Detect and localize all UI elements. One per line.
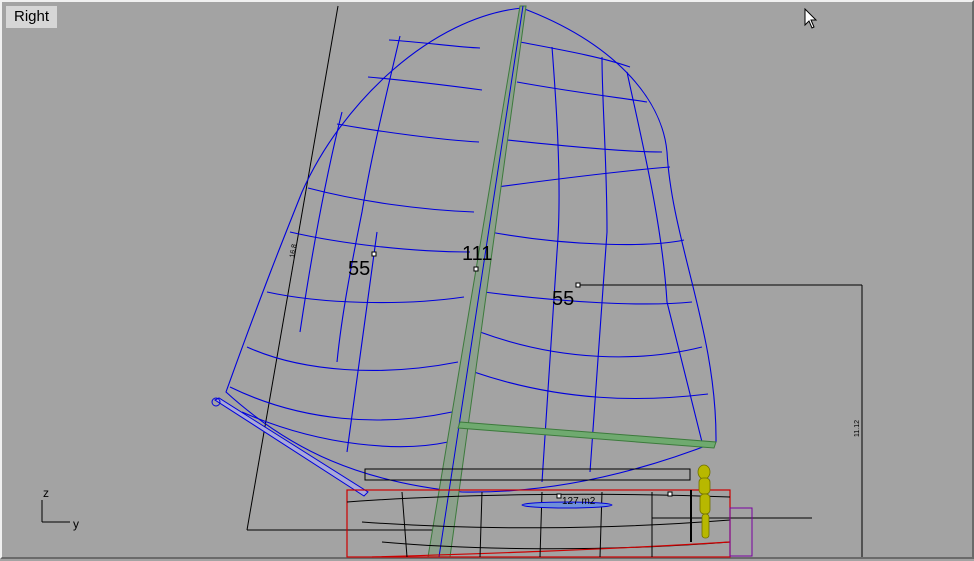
sail-seam xyxy=(483,291,693,305)
arrow-cursor-icon xyxy=(804,8,818,29)
sail-seam xyxy=(489,231,685,246)
dim-label-diagonal: 16.8 xyxy=(289,244,298,259)
sail-seam xyxy=(388,39,481,49)
viewport-title-tab[interactable]: Right xyxy=(6,6,58,28)
point-markers xyxy=(371,251,673,499)
axis-label-y: y xyxy=(73,517,79,531)
dim-label-vertical: 11.12 xyxy=(854,420,861,437)
sail-rib xyxy=(626,71,703,443)
crew-figure xyxy=(697,464,711,539)
sail-seam xyxy=(519,41,631,68)
boom xyxy=(457,421,717,449)
drawing-canvas[interactable]: 55 111 55 127 m2 11.12 16.8 z y xyxy=(2,2,974,561)
axis-triad-icon: z y xyxy=(41,486,79,531)
sail-seam xyxy=(516,81,648,103)
panel-label-left: 55 xyxy=(348,258,370,280)
sail-seam xyxy=(266,291,465,304)
sail-rib xyxy=(589,56,608,473)
sail-seam xyxy=(229,386,453,421)
mast xyxy=(427,5,527,558)
sail-seam xyxy=(367,76,483,91)
viewport-right[interactable]: 55 111 55 127 m2 11.12 16.8 z y Right xyxy=(0,0,974,559)
sail-seam xyxy=(307,187,475,213)
sail-seam xyxy=(289,231,471,253)
sail-seam xyxy=(496,166,671,188)
panel-label-right: 55 xyxy=(552,288,574,310)
dim-line-diagonal xyxy=(246,5,339,531)
sail-rib xyxy=(336,35,401,363)
mast-label: 111 xyxy=(462,243,492,265)
sail-seam xyxy=(473,371,709,400)
area-label: 127 m2 xyxy=(562,496,596,507)
sail-seam xyxy=(506,139,663,153)
sail-seam xyxy=(336,123,480,143)
bowsprit xyxy=(211,397,369,497)
hull xyxy=(346,468,753,558)
sail-seam xyxy=(479,331,703,358)
axis-label-z: z xyxy=(43,486,49,500)
sail-rib xyxy=(541,46,560,483)
